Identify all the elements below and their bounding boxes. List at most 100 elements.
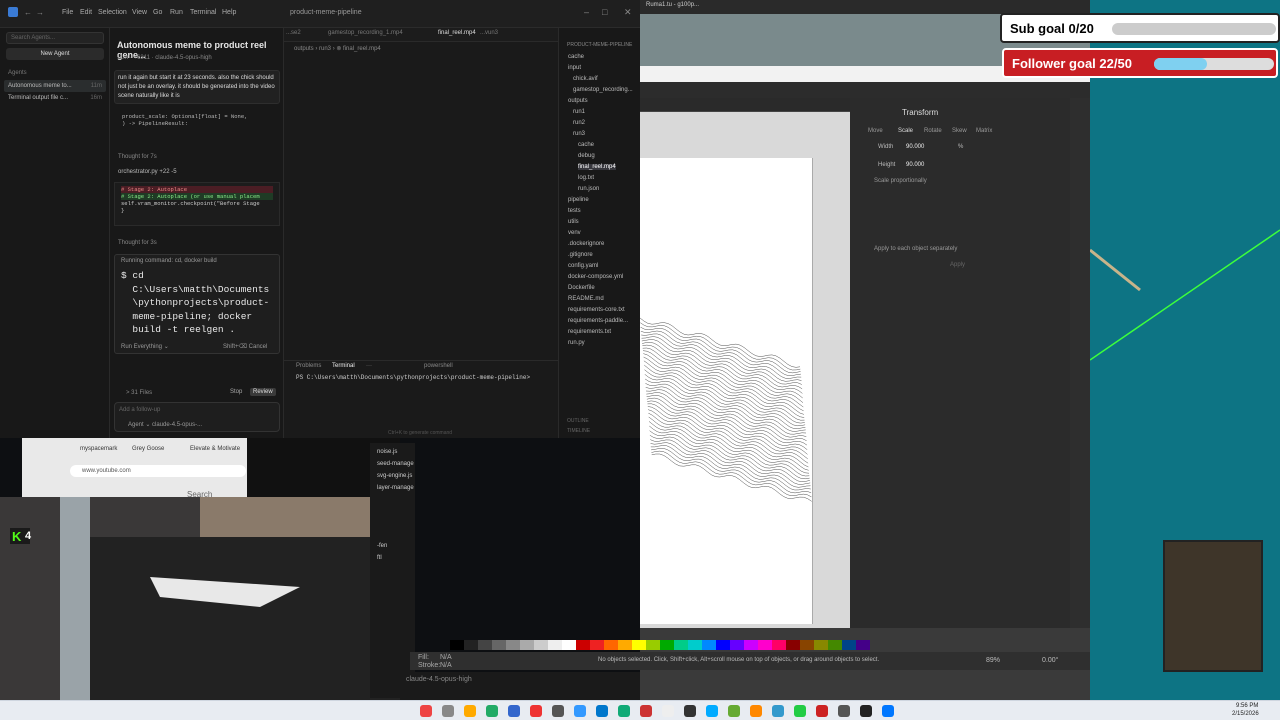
menu-terminal[interactable]: Terminal	[190, 9, 216, 16]
list-item[interactable]: svg-engine.js	[377, 473, 412, 479]
taskbar-app-icon[interactable]	[574, 705, 586, 717]
back-arrow-icon[interactable]: ←	[24, 8, 32, 17]
taskbar-app-icon[interactable]	[420, 705, 432, 717]
color-swatch[interactable]	[744, 640, 758, 650]
color-swatch[interactable]	[702, 640, 716, 650]
tab-matrix[interactable]: Matrix	[976, 128, 992, 134]
color-swatch[interactable]	[674, 640, 688, 650]
tree-item[interactable]: run.py	[568, 340, 585, 346]
apply-button[interactable]: Apply	[950, 262, 965, 268]
color-swatch[interactable]	[772, 640, 786, 650]
taskbar-app-icon[interactable]	[486, 705, 498, 717]
tree-item[interactable]: run.json	[578, 186, 599, 192]
shell-name[interactable]: powershell	[424, 363, 453, 369]
color-swatch[interactable]	[576, 640, 590, 650]
taskbar-app-icon[interactable]	[552, 705, 564, 717]
color-swatch[interactable]	[450, 640, 464, 650]
minimize-icon[interactable]: –	[584, 7, 589, 17]
color-swatch[interactable]	[520, 640, 534, 650]
stop-button[interactable]: Stop	[230, 389, 242, 395]
apply-each-checkbox[interactable]: Apply to each object separately	[874, 246, 957, 252]
user-message[interactable]: run it again but start it at 23 seconds.…	[114, 70, 280, 104]
tree-item[interactable]: utils	[568, 219, 579, 225]
tree-item[interactable]: docker-compose.yml	[568, 274, 623, 280]
editor-tab[interactable]: gamestop_recording_1.mp4	[328, 30, 403, 36]
search-agents-input[interactable]: Search Agents...	[6, 32, 104, 44]
tree-item[interactable]: pipeline	[568, 197, 589, 203]
tab-more[interactable]: ···	[366, 363, 372, 369]
run-everything-button[interactable]: Run Everything ⌄	[121, 343, 169, 350]
color-swatch[interactable]	[842, 640, 856, 650]
unit-select[interactable]: %	[958, 144, 963, 150]
tab-terminal[interactable]: Terminal	[332, 363, 355, 369]
menu-selection[interactable]: Selection	[98, 9, 127, 16]
tree-item[interactable]: cache	[578, 142, 594, 148]
color-swatch[interactable]	[590, 640, 604, 650]
color-swatch[interactable]	[534, 640, 548, 650]
menu-go[interactable]: Go	[153, 9, 162, 16]
agent-item[interactable]: Autonomous meme to... 11m	[4, 80, 106, 92]
inventory-panel[interactable]	[1163, 540, 1263, 672]
color-swatch[interactable]	[604, 640, 618, 650]
taskbar-app-icon[interactable]	[772, 705, 784, 717]
model-select[interactable]: Agent ⌄ claude-4.5-opus-...	[128, 421, 202, 428]
cancel-button[interactable]: Shift+⌫ Cancel	[223, 343, 267, 350]
tab-scale[interactable]: Scale	[898, 128, 913, 134]
list-item[interactable]: noise.js	[377, 449, 397, 455]
tree-item[interactable]: run2	[573, 120, 585, 126]
thought-label[interactable]: Thought for 3s	[118, 240, 157, 246]
tree-item[interactable]: log.txt	[578, 175, 594, 181]
color-swatch[interactable]	[814, 640, 828, 650]
tree-item[interactable]: tests	[568, 208, 581, 214]
files-count[interactable]: > 31 Files	[126, 390, 152, 396]
color-palette[interactable]	[410, 640, 1090, 650]
menu-view[interactable]: View	[132, 9, 147, 16]
color-swatch[interactable]	[632, 640, 646, 650]
new-agent-button[interactable]: New Agent	[6, 48, 104, 60]
diff-file[interactable]: orchestrator.py +22 -5	[118, 169, 177, 175]
taskbar-app-icon[interactable]	[684, 705, 696, 717]
tab-move[interactable]: Move	[868, 128, 883, 134]
tree-item[interactable]: config.yaml	[568, 263, 598, 269]
menu-file[interactable]: File	[62, 9, 73, 16]
browser-tab[interactable]: myspacemark	[80, 446, 117, 452]
taskbar-app-icon[interactable]	[618, 705, 630, 717]
taskbar-app-icon[interactable]	[640, 705, 652, 717]
review-button[interactable]: Review	[250, 388, 276, 396]
tree-item[interactable]: requirements.txt	[568, 329, 611, 335]
taskbar-app-icon[interactable]	[838, 705, 850, 717]
taskbar-app-icon[interactable]	[706, 705, 718, 717]
tree-item[interactable]: .dockerignore	[568, 241, 604, 247]
tab-skew[interactable]: Skew	[952, 128, 967, 134]
taskbar-app-icon[interactable]	[464, 705, 476, 717]
tree-item[interactable]: final_reel.mp4	[578, 164, 616, 170]
color-swatch[interactable]	[730, 640, 744, 650]
editor-tab[interactable]: ...se2	[286, 30, 301, 36]
width-field[interactable]: 90.000	[906, 144, 924, 150]
taskbar-app-icon[interactable]	[750, 705, 762, 717]
thought-label[interactable]: Thought for 7s	[118, 154, 157, 160]
color-swatch[interactable]	[548, 640, 562, 650]
browser-tab[interactable]: Grey Goose	[132, 446, 164, 452]
taskbar-app-icon[interactable]	[728, 705, 740, 717]
tree-item[interactable]: .gitignore	[568, 252, 593, 258]
tree-item[interactable]: venv	[568, 230, 581, 236]
color-swatch[interactable]	[562, 640, 576, 650]
panel-title[interactable]: Transform	[902, 108, 938, 117]
tree-item[interactable]: Dockerfile	[568, 285, 595, 291]
tab-rotate[interactable]: Rotate	[924, 128, 942, 134]
tree-item[interactable]: gamestop_recording...	[573, 87, 633, 93]
clock-date[interactable]: 2/15/2026	[1232, 711, 1259, 717]
list-item[interactable]: seed-manage	[377, 461, 414, 467]
color-swatch[interactable]	[618, 640, 632, 650]
color-swatch[interactable]	[506, 640, 520, 650]
list-item[interactable]: layer-manage	[377, 485, 414, 491]
tree-item[interactable]: requirements-paddle...	[568, 318, 628, 324]
color-swatch[interactable]	[856, 640, 870, 650]
canvas[interactable]	[640, 112, 850, 628]
browser-tab[interactable]: Elevate & Motivate	[190, 446, 240, 452]
color-swatch[interactable]	[492, 640, 506, 650]
taskbar-app-icon[interactable]	[882, 705, 894, 717]
tree-item[interactable]: run3	[573, 131, 585, 137]
editor-tab[interactable]: final_reel.mp4	[438, 30, 476, 36]
